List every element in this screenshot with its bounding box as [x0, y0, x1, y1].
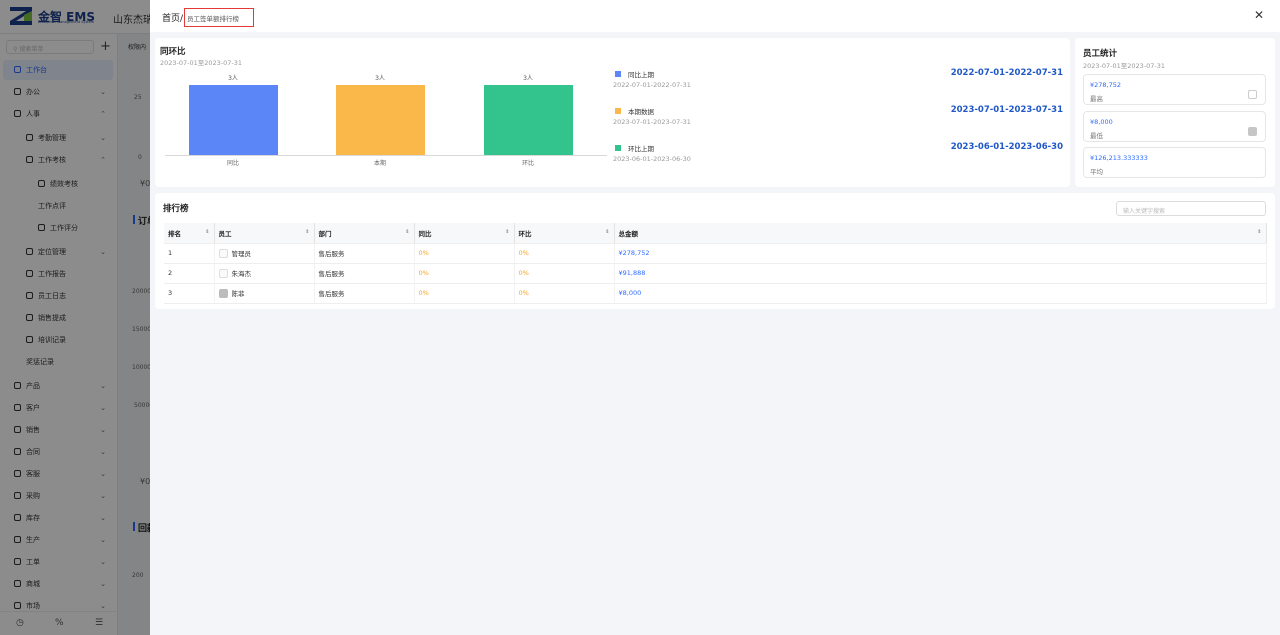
ranking-drawer: 首页/ 员工签单额排行榜 ✕ 同环比 2023-07-01至2023-07-31… — [150, 0, 1280, 635]
column-yoy[interactable]: 同比 ⇕ — [414, 223, 515, 244]
breadcrumb-current: 员工签单额排行榜 — [184, 8, 254, 27]
bar-1[interactable] — [335, 85, 425, 155]
chart-baseline — [165, 155, 607, 156]
compare-card: 同环比 2023-07-01至2023-07-31 3人 同比 3人 本期 3人 环比 同… — [155, 38, 1070, 187]
legend-date: 2022-07-01-2022-07-31 — [613, 81, 691, 89]
ranking-title: 排行榜 — [163, 204, 189, 214]
stat-min: ¥8,000 最低 — [1083, 111, 1266, 142]
breadcrumb-home[interactable]: 首页/ — [162, 11, 183, 24]
legend-swatch — [615, 71, 621, 77]
bar-2[interactable] — [483, 85, 573, 155]
bar-0[interactable] — [188, 85, 278, 155]
legend-date: 2023-06-01-2023-06-30 — [613, 155, 691, 163]
legend-swatch — [615, 108, 621, 114]
legend-name: 环比上期 — [628, 145, 654, 153]
bar-data-label: 3人 — [375, 75, 385, 82]
table-row[interactable]: 3 陈菲 售后服务 0% 0% ¥8,000 — [164, 283, 1267, 304]
table-header-row: 排名 ⇕ 员工 ⇕ 部门 ⇕ 同比 ⇕ 环比 ⇕ 总金额 ⇕ — [164, 223, 1267, 244]
ranking-search-input[interactable]: 输入关键字搜索 — [1116, 201, 1266, 216]
stat-max: ¥278,752 最高 — [1083, 74, 1266, 105]
column-department[interactable]: 部门 ⇕ — [314, 223, 415, 244]
avatar — [218, 249, 228, 258]
x-tick-label: 本期 — [373, 160, 386, 167]
compare-bar-chart: 3人同比 3人本期 3人环比 — [155, 38, 615, 187]
column-rank[interactable]: 排名 ⇕ — [164, 223, 215, 244]
stats-subtitle: 2023-07-01至2023-07-31 — [1083, 62, 1166, 70]
table-row[interactable]: 2 朱海杰 售后服务 0% 0% ¥91,888 — [164, 263, 1267, 284]
stat-avg: ¥126,213.333333 平均 — [1083, 147, 1266, 178]
column-mom[interactable]: 环比 ⇕ — [514, 223, 615, 244]
sort-icon: ⇕ — [205, 229, 210, 235]
drawer-header: 首页/ 员工签单额排行榜 ✕ — [150, 0, 1280, 32]
ranking-card: 排行榜 输入关键字搜索 排名 ⇕ 员工 ⇕ 部门 ⇕ 同比 ⇕ 环比 ⇕ 总金额 ⇕ 1 管 — [155, 193, 1275, 309]
avatar — [218, 289, 228, 298]
sort-icon: ⇕ — [305, 229, 310, 235]
avatar-icon — [1248, 127, 1257, 136]
x-tick-label: 同比 — [226, 160, 239, 167]
sort-icon: ⇕ — [505, 229, 510, 235]
sort-icon: ⇕ — [1257, 229, 1262, 235]
column-total-amount[interactable]: 总金额 ⇕ — [614, 223, 1267, 244]
legend-name: 同比上期 — [628, 71, 654, 79]
legend-date: 2023-07-01-2023-07-31 — [613, 118, 691, 126]
legend-range: 2022-07-01-2022-07-31 — [950, 68, 1063, 78]
close-icon[interactable]: ✕ — [1254, 8, 1264, 22]
sort-icon: ⇕ — [605, 229, 610, 235]
legend-range: 2023-06-01-2023-06-30 — [950, 142, 1063, 152]
legend-item[interactable]: 同比上期 2022-07-01-2022-07-31 2022-07-01-2022… — [613, 68, 1063, 94]
bar-data-label: 3人 — [228, 75, 238, 82]
avatar-icon — [1248, 90, 1257, 99]
legend-item[interactable]: 环比上期 2023-06-01-2023-06-30 2023-06-01-2023… — [613, 142, 1063, 168]
table-row[interactable]: 1 管理员 售后服务 0% 0% ¥278,752 — [164, 243, 1267, 264]
x-tick-label: 环比 — [521, 160, 534, 167]
legend-name: 本期数据 — [628, 108, 654, 116]
compare-legend: 同比上期 2022-07-01-2022-07-31 2022-07-01-2022… — [613, 68, 1063, 183]
legend-range: 2023-07-01-2023-07-31 — [950, 105, 1063, 115]
column-employee[interactable]: 员工 ⇕ — [214, 223, 315, 244]
legend-item[interactable]: 本期数据 2023-07-01-2023-07-31 2023-07-01-2023… — [613, 105, 1063, 131]
avatar — [218, 269, 228, 278]
bar-data-label: 3人 — [523, 75, 533, 82]
stats-card: 员工统计 2023-07-01至2023-07-31 ¥278,752 最高 ¥… — [1075, 38, 1275, 187]
stats-title: 员工统计 — [1083, 49, 1118, 59]
sort-icon: ⇕ — [405, 229, 410, 235]
legend-swatch — [615, 145, 621, 151]
ranking-table: 排名 ⇕ 员工 ⇕ 部门 ⇕ 同比 ⇕ 环比 ⇕ 总金额 ⇕ 1 管理员 售后服务 0% 0… — [164, 223, 1267, 304]
